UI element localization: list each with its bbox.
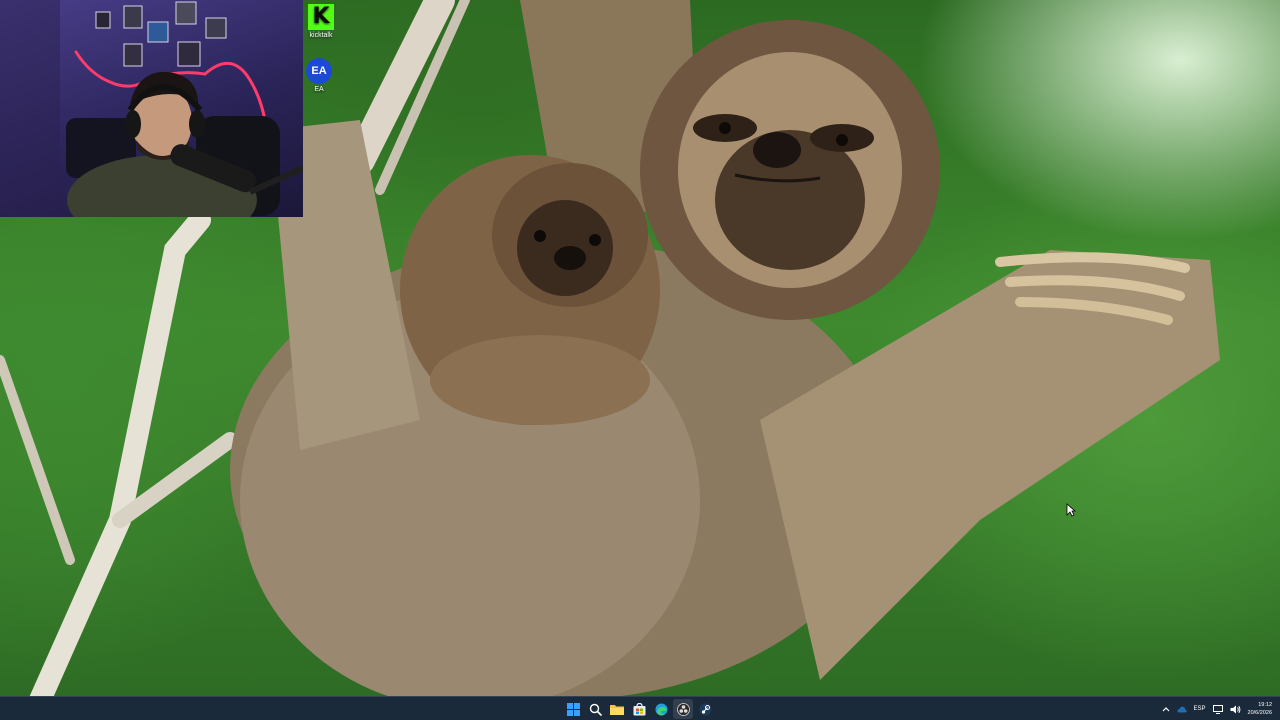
cloud-icon bbox=[1176, 706, 1187, 712]
taskbar: ESP 19:12 20/6/2026 bbox=[0, 696, 1280, 720]
network-tray-icon[interactable] bbox=[1176, 706, 1187, 713]
folder-icon bbox=[610, 705, 624, 715]
system-tray: ESP 19:12 20/6/2026 bbox=[1162, 697, 1272, 720]
desktop-icon-label: kicktalk bbox=[309, 32, 333, 39]
steam-icon bbox=[699, 703, 711, 715]
volume-icon[interactable] bbox=[1230, 705, 1241, 714]
clock-time: 19:12 bbox=[1258, 702, 1272, 708]
webcam-feed bbox=[0, 0, 303, 217]
taskbar-clock[interactable]: 19:12 20/6/2026 bbox=[1248, 701, 1272, 717]
steam-button[interactable] bbox=[695, 699, 715, 719]
search-button[interactable] bbox=[585, 699, 605, 719]
desktop-icon-label: EA bbox=[314, 86, 324, 93]
obs-icon bbox=[676, 702, 690, 716]
speaker-icon bbox=[1230, 705, 1240, 713]
network-icon[interactable] bbox=[1212, 704, 1223, 714]
windows-icon bbox=[566, 702, 580, 716]
chevron-up-icon bbox=[1162, 707, 1169, 712]
obs-button[interactable] bbox=[673, 699, 693, 719]
edge-icon bbox=[655, 703, 667, 715]
edge-button[interactable] bbox=[651, 699, 671, 719]
desktop-icon-ea[interactable]: EA EA bbox=[299, 58, 339, 93]
store-icon bbox=[633, 702, 645, 715]
mouse-cursor-icon bbox=[1066, 503, 1076, 517]
taskbar-pinned-apps bbox=[563, 699, 715, 719]
kick-icon: K bbox=[308, 4, 334, 30]
search-icon bbox=[589, 703, 602, 716]
ea-icon: EA bbox=[306, 58, 332, 84]
clock-date: 20/6/2026 bbox=[1247, 710, 1272, 716]
desktop-icon-kicktalk[interactable]: K kicktalk bbox=[301, 4, 341, 39]
file-explorer-button[interactable] bbox=[607, 699, 627, 719]
language-indicator[interactable]: ESP bbox=[1194, 706, 1206, 712]
monitor-network-icon bbox=[1212, 704, 1223, 714]
show-hidden-icons-button[interactable] bbox=[1162, 706, 1170, 712]
start-button[interactable] bbox=[563, 699, 583, 719]
desktop: K kicktalk EA EA ESP 19:12 20/6/2026 bbox=[0, 0, 1280, 720]
store-button[interactable] bbox=[629, 699, 649, 719]
webcam-overlay bbox=[0, 0, 303, 217]
